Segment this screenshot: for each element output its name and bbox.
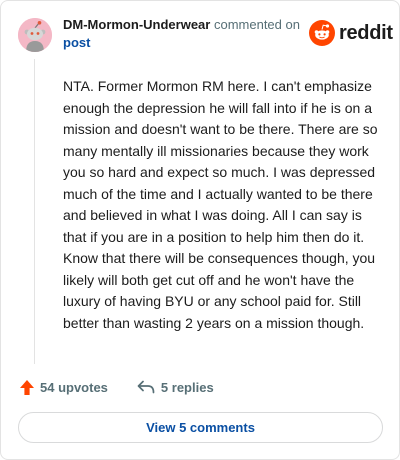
upvote-button[interactable]: 54 upvotes	[19, 379, 108, 396]
replies-button[interactable]: 5 replies	[137, 380, 214, 395]
upvote-count: 54 upvotes	[40, 379, 108, 395]
username-link[interactable]: DM-Mormon-Underwear	[63, 17, 210, 32]
user-avatar[interactable]	[18, 18, 52, 52]
post-link[interactable]: post	[63, 34, 313, 52]
snoo-avatar-icon	[18, 18, 52, 52]
upvote-arrow-icon	[20, 379, 34, 395]
reddit-logo[interactable]: reddit	[309, 19, 393, 47]
thread-line[interactable]	[34, 59, 35, 364]
reply-count: 5 replies	[160, 379, 214, 395]
comment-header: DM-Mormon-Underwear commented on post	[63, 16, 313, 52]
reply-arrow-icon	[137, 380, 155, 394]
view-comments-button[interactable]: View 5 comments	[18, 412, 383, 443]
reddit-wordmark: reddit	[339, 21, 393, 44]
reddit-snoo-icon	[309, 20, 335, 46]
comment-body: NTA. Former Mormon RM here. I can't emph…	[63, 78, 378, 331]
commented-on-text: commented on	[213, 17, 300, 32]
comment-card: DM-Mormon-Underwear commented on post re…	[0, 0, 400, 460]
comment-actions: 54 upvotes 5 replies	[19, 377, 214, 397]
